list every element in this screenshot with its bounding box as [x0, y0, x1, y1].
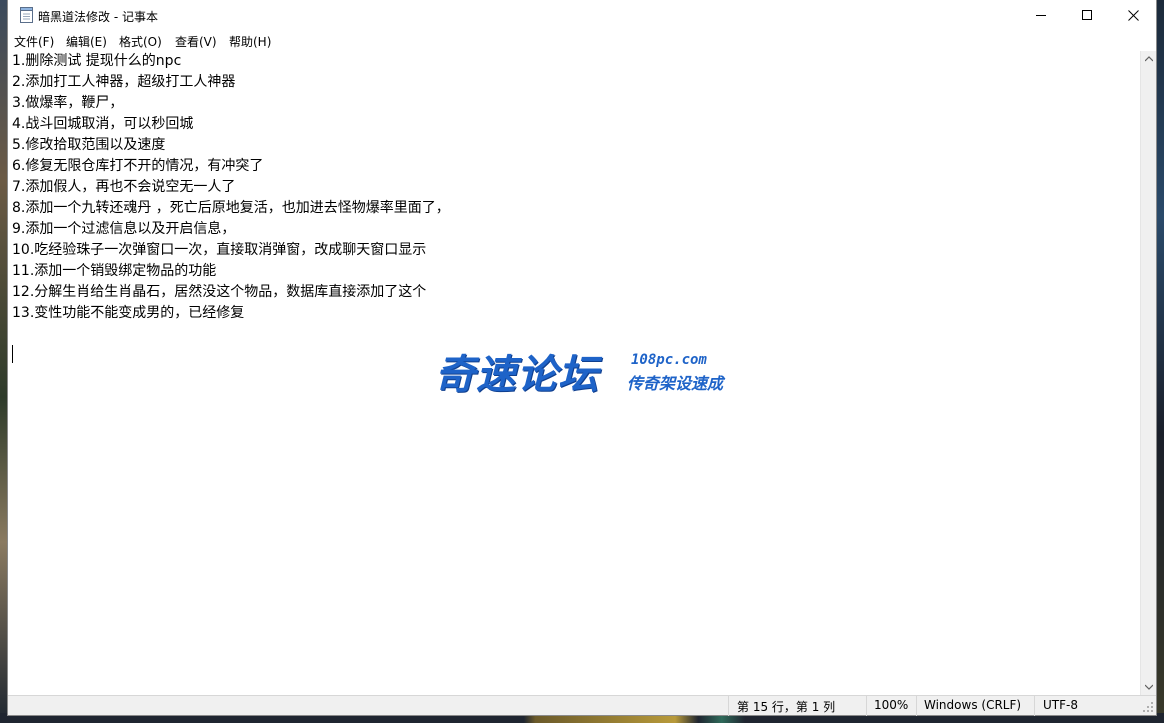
minimize-button[interactable]	[1018, 0, 1064, 30]
cursor-position: 第 15 行，第 1 列	[737, 700, 836, 714]
menu-format[interactable]: 格式(O)	[119, 33, 162, 50]
text-line: 11.添加一个销毁绑定物品的功能	[12, 263, 217, 279]
encoding: UTF-8	[1043, 698, 1078, 712]
watermark-main-text: 奇速论坛	[435, 352, 599, 398]
scroll-up-arrow-icon[interactable]	[1145, 55, 1153, 63]
minimize-icon	[1036, 15, 1046, 16]
maximize-button[interactable]	[1064, 0, 1110, 30]
watermark-url: 108pc.com	[631, 352, 707, 368]
status-separator	[728, 696, 729, 716]
text-line: 2.添加打工人神器，超级打工人神器	[12, 74, 236, 90]
notepad-window: 暗黑道法修改 - 记事本 文件(F) 编辑(E) 格式(O) 查看(V) 帮助(…	[8, 0, 1156, 716]
close-button[interactable]	[1110, 0, 1156, 30]
line-ending: Windows (CRLF)	[924, 698, 1022, 712]
text-line: 1.删除测试 提现什么的npc	[12, 53, 182, 69]
text-line: 12.分解生肖给生肖晶石，居然没这个物品，数据库直接添加了这个	[12, 284, 427, 300]
notepad-icon[interactable]	[20, 7, 33, 23]
window-title: 暗黑道法修改 - 记事本	[38, 10, 158, 24]
text-caret	[12, 345, 13, 363]
menu-view[interactable]: 查看(V)	[175, 33, 217, 50]
scroll-down-arrow-icon[interactable]	[1145, 683, 1153, 691]
text-line: 3.做爆率，鞭尸，	[12, 95, 124, 111]
text-line: 7.添加假人，再也不会说空无一人了	[12, 179, 236, 195]
text-line: 8.添加一个九转还魂丹 ，死亡后原地复活，也加进去怪物爆率里面了，	[12, 200, 450, 216]
close-icon	[1127, 9, 1139, 21]
text-line: 6.修复无限仓库打不开的情况，有冲突了	[12, 158, 264, 174]
menu-edit[interactable]: 编辑(E)	[66, 33, 107, 50]
status-separator	[916, 696, 917, 716]
watermark-logo: 奇速论坛 108pc.com 传奇架设速成	[435, 340, 745, 400]
title-bar[interactable]: 暗黑道法修改 - 记事本	[8, 0, 1156, 30]
menu-bar: 文件(F) 编辑(E) 格式(O) 查看(V) 帮助(H)	[8, 30, 1156, 50]
status-separator	[1034, 696, 1035, 716]
status-bar: 第 15 行，第 1 列 100% Windows (CRLF) UTF-8	[8, 695, 1156, 716]
text-line: 4.战斗回城取消，可以秒回城	[12, 116, 194, 132]
resize-grip-icon[interactable]	[1142, 701, 1154, 713]
desktop-background-right	[1156, 0, 1164, 723]
vertical-scrollbar[interactable]	[1140, 51, 1156, 695]
text-line: 9.添加一个过滤信息以及开启信息，	[12, 221, 236, 237]
menu-file[interactable]: 文件(F)	[14, 33, 54, 50]
zoom-level: 100%	[874, 698, 909, 712]
maximize-icon	[1082, 10, 1092, 20]
status-separator	[866, 696, 867, 716]
text-line: 5.修改拾取范围以及速度	[12, 137, 166, 153]
text-line: 13.变性功能不能变成男的，已经修复	[12, 305, 245, 321]
menu-help[interactable]: 帮助(H)	[229, 33, 271, 50]
watermark-subtitle: 传奇架设速成	[627, 374, 724, 393]
text-line: 10.吃经验珠子一次弹窗口一次，直接取消弹窗，改成聊天窗口显示	[12, 242, 427, 258]
